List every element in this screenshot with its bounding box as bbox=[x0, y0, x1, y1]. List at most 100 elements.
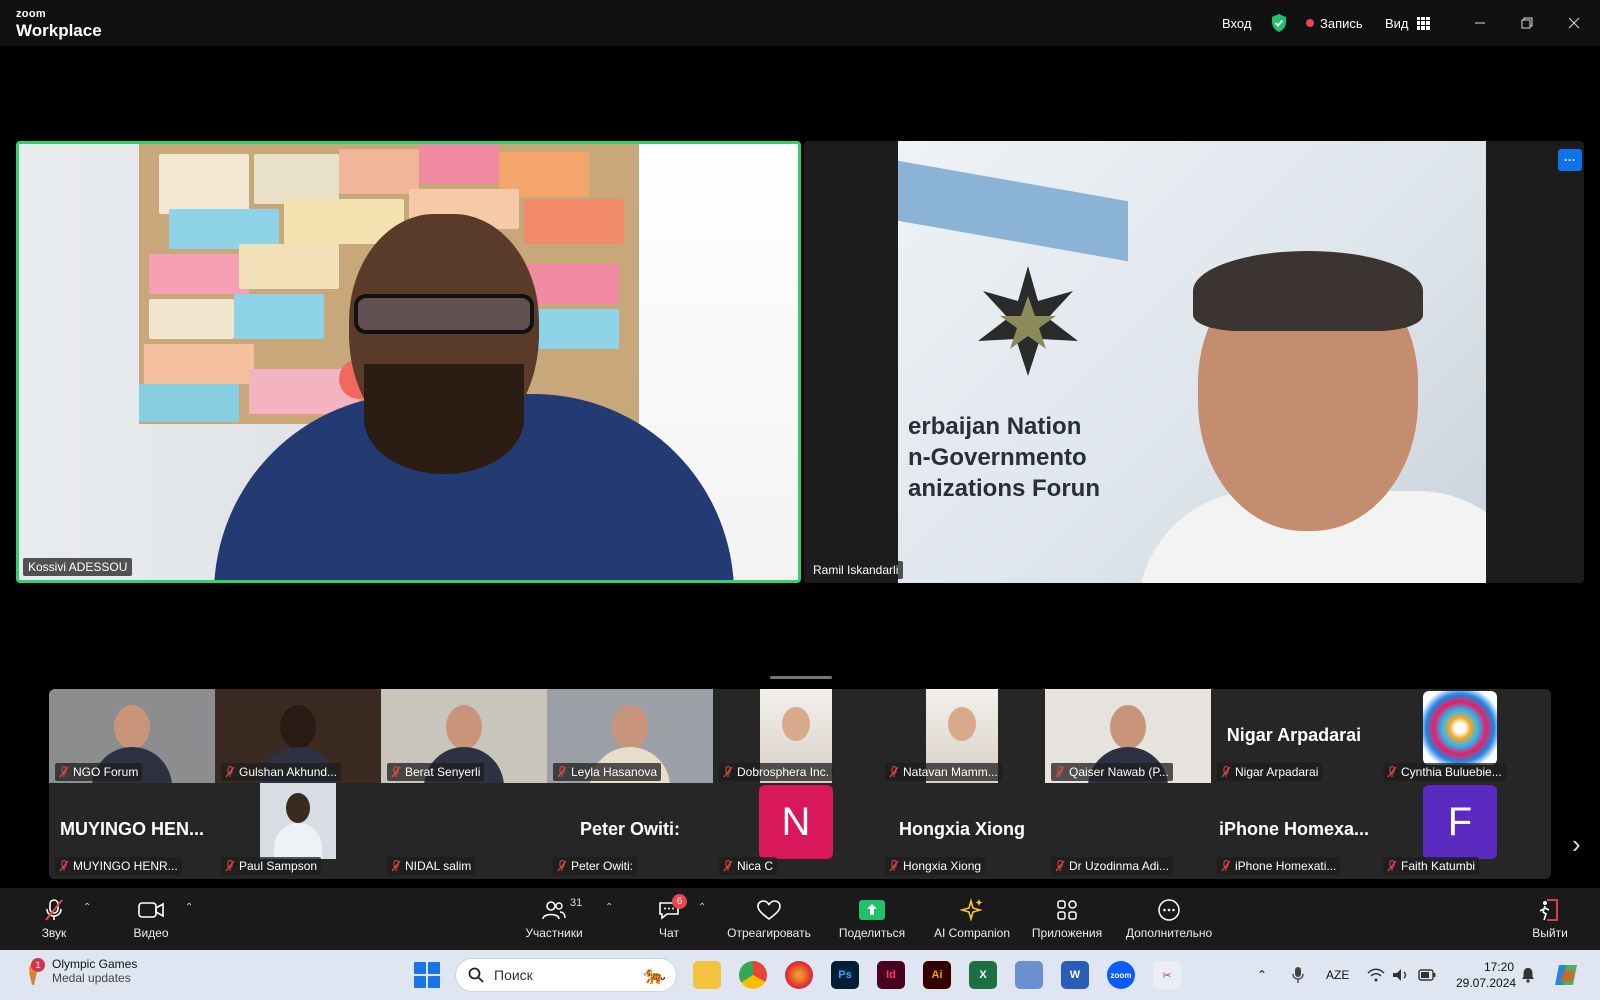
more-button[interactable]: Дополнительно bbox=[1122, 888, 1216, 950]
participant-tile[interactable]: Qaiser Nawab (P... bbox=[1045, 689, 1211, 783]
participant-avatar: F bbox=[1423, 785, 1497, 859]
participant-name-label: MUYINGO HENR... bbox=[55, 857, 182, 875]
participant-tile[interactable]: Peter Owiti: Peter Owiti: bbox=[547, 783, 713, 877]
participants-button[interactable]: 31 Участники bbox=[520, 888, 588, 950]
participant-tile[interactable]: Cynthia Buluebie... bbox=[1377, 689, 1543, 783]
notifications-bell-icon[interactable] bbox=[1521, 950, 1535, 1000]
speaker-name-label: Kossivi ADESSOU bbox=[23, 558, 133, 576]
ai-companion-button[interactable]: AI Companion bbox=[930, 888, 1014, 950]
battery-icon[interactable] bbox=[1418, 950, 1436, 1000]
mic-muted-icon bbox=[1221, 766, 1231, 778]
leave-button[interactable]: Выйти bbox=[1530, 888, 1570, 950]
next-page-chevron-icon[interactable]: › bbox=[1572, 829, 1581, 860]
participant-display-name: Nigar Arpadarai bbox=[1226, 725, 1362, 745]
participant-display-name: Hongxia Xiong bbox=[899, 819, 1025, 839]
mic-muted-icon bbox=[557, 766, 567, 778]
copilot-icon[interactable] bbox=[1553, 950, 1579, 1000]
speaker-video-tile[interactable]: Kossivi ADESSOU bbox=[16, 141, 801, 583]
participant-tile[interactable]: Paul Sampson bbox=[215, 783, 381, 877]
audio-options-chevron-icon[interactable]: ⌃ bbox=[83, 902, 91, 913]
tray-overflow-chevron-icon[interactable]: ⌃ bbox=[1257, 950, 1267, 1000]
meeting-controls: Звук ⌃ Видео ⌃ 31 Участники ⌃ 6 Чат ⌃ От… bbox=[0, 888, 1600, 950]
chrome-icon[interactable] bbox=[739, 961, 767, 989]
participant-display-name: iPhone Homexa... bbox=[1218, 819, 1370, 839]
participant-name-label: Dr Uzodinma Adi... bbox=[1051, 857, 1174, 875]
participant-tile[interactable]: Berat Senyerli bbox=[381, 689, 547, 783]
chat-unread-badge: 6 bbox=[672, 894, 687, 909]
close-button[interactable] bbox=[1551, 0, 1597, 46]
mic-muted-icon bbox=[1055, 766, 1065, 778]
participant-name-label: Hongxia Xiong bbox=[885, 857, 986, 875]
chat-button[interactable]: 6 Чат bbox=[655, 888, 687, 950]
excel-icon[interactable]: X bbox=[969, 961, 997, 989]
participant-tile[interactable]: Leyla Hasanova bbox=[547, 689, 713, 783]
participant-name-label: Nigar Arpadarai bbox=[1217, 763, 1323, 781]
banner-text: erbaijan Nation n-Governmento anizations… bbox=[908, 413, 1100, 503]
glasses bbox=[354, 294, 534, 334]
participants-options-chevron-icon[interactable]: ⌃ bbox=[605, 902, 613, 913]
record-indicator[interactable]: Запись bbox=[1306, 0, 1363, 46]
participant-gallery: NGO Forum Gulshan Akhund... Berat Senyerli… bbox=[49, 689, 1551, 879]
volume-icon[interactable] bbox=[1392, 950, 1410, 1000]
participant-display-name: MUYINGO HEN... bbox=[59, 819, 204, 839]
login-button[interactable]: Вход bbox=[1222, 0, 1251, 46]
participant-tile[interactable]: Dr Uzodinma Adi... bbox=[1045, 783, 1211, 877]
notepad-icon[interactable] bbox=[1015, 961, 1043, 989]
participant-tile[interactable]: iPhone Homexa... iPhone Homexati... bbox=[1211, 783, 1377, 877]
title-bar: zoom Workplace Вход Запись Вид bbox=[0, 0, 1600, 46]
react-button[interactable]: Отреагировать bbox=[722, 888, 816, 950]
restore-button[interactable] bbox=[1504, 0, 1550, 46]
video-options-chevron-icon[interactable]: ⌃ bbox=[185, 902, 193, 913]
apps-button[interactable]: Приложения bbox=[1028, 888, 1106, 950]
audio-button[interactable]: Звук bbox=[36, 888, 72, 950]
wifi-icon[interactable] bbox=[1367, 950, 1385, 1000]
view-button[interactable]: Вид bbox=[1385, 0, 1430, 46]
chat-icon: 6 bbox=[655, 894, 687, 922]
microphone-icon[interactable] bbox=[1292, 950, 1304, 1000]
zoom-app-icon[interactable]: zoom bbox=[1107, 961, 1135, 989]
mic-muted-icon bbox=[225, 766, 235, 778]
minimize-button[interactable] bbox=[1457, 0, 1503, 46]
tile-more-options-button[interactable]: ··· bbox=[1558, 149, 1582, 171]
system-clock[interactable]: 17:20 29.07.2024 bbox=[1456, 959, 1516, 991]
speaker-name-label: Ramil Iskandarli bbox=[808, 561, 904, 579]
participant-name-label: NIDAL salim bbox=[387, 857, 476, 875]
video-button[interactable]: Видео bbox=[128, 888, 174, 950]
participant-name-label: Berat Senyerli bbox=[387, 763, 485, 781]
participant-tile[interactable]: NIDAL salim bbox=[381, 783, 547, 877]
participant-tile[interactable]: Nigar Arpadarai Nigar Arpadarai bbox=[1211, 689, 1377, 783]
share-screen-button[interactable]: Поделиться bbox=[836, 888, 908, 950]
taskbar-search-input[interactable]: Поиск 🐅 bbox=[455, 958, 677, 992]
participant-tile[interactable]: F Faith Katumbi bbox=[1377, 783, 1543, 877]
speaker-video-tile[interactable]: erbaijan Nation n-Governmento anizations… bbox=[804, 141, 1584, 583]
video-camera-icon bbox=[137, 898, 165, 922]
zoom-logo: zoom Workplace bbox=[16, 8, 102, 40]
participant-name-label: Paul Sampson bbox=[221, 857, 322, 875]
word-icon[interactable]: W bbox=[1061, 961, 1089, 989]
firefox-icon[interactable] bbox=[785, 961, 813, 989]
photoshop-icon[interactable]: Ps bbox=[831, 961, 859, 989]
file-explorer-icon[interactable] bbox=[693, 961, 721, 989]
indesign-icon[interactable]: Id bbox=[877, 961, 905, 989]
participant-tile[interactable]: Natavan Mamm... bbox=[879, 689, 1045, 783]
start-menu-windows-icon[interactable] bbox=[414, 962, 440, 988]
participant-tile[interactable]: Dobrosphera Inc. bbox=[713, 689, 879, 783]
language-indicator[interactable]: AZE bbox=[1326, 950, 1349, 1000]
mic-muted-icon bbox=[59, 860, 69, 872]
leave-door-icon bbox=[1536, 898, 1564, 922]
snipping-tool-icon[interactable]: ✂ bbox=[1153, 961, 1181, 989]
mic-muted-icon bbox=[889, 766, 899, 778]
security-shield-icon[interactable] bbox=[1270, 0, 1288, 46]
participant-tile[interactable]: Gulshan Akhund... bbox=[215, 689, 381, 783]
illustrator-icon[interactable]: Ai bbox=[923, 961, 951, 989]
os-taskbar: 1 Olympic Games Medal updates Поиск 🐅 Ps… bbox=[0, 950, 1600, 1000]
participant-tile[interactable]: NGO Forum bbox=[49, 689, 215, 783]
emblem-icon bbox=[978, 266, 1078, 376]
participants-icon: 31 bbox=[540, 897, 582, 922]
participant-tile[interactable]: MUYINGO HEN... MUYINGO HENR... bbox=[49, 783, 215, 877]
resize-handle[interactable] bbox=[770, 676, 832, 679]
widgets-button[interactable]: 1 Olympic Games Medal updates bbox=[22, 957, 137, 985]
participant-tile[interactable]: Hongxia Xiong Hongxia Xiong bbox=[879, 783, 1045, 877]
participant-tile[interactable]: N Nica C bbox=[713, 783, 879, 877]
chat-options-chevron-icon[interactable]: ⌃ bbox=[698, 902, 706, 913]
